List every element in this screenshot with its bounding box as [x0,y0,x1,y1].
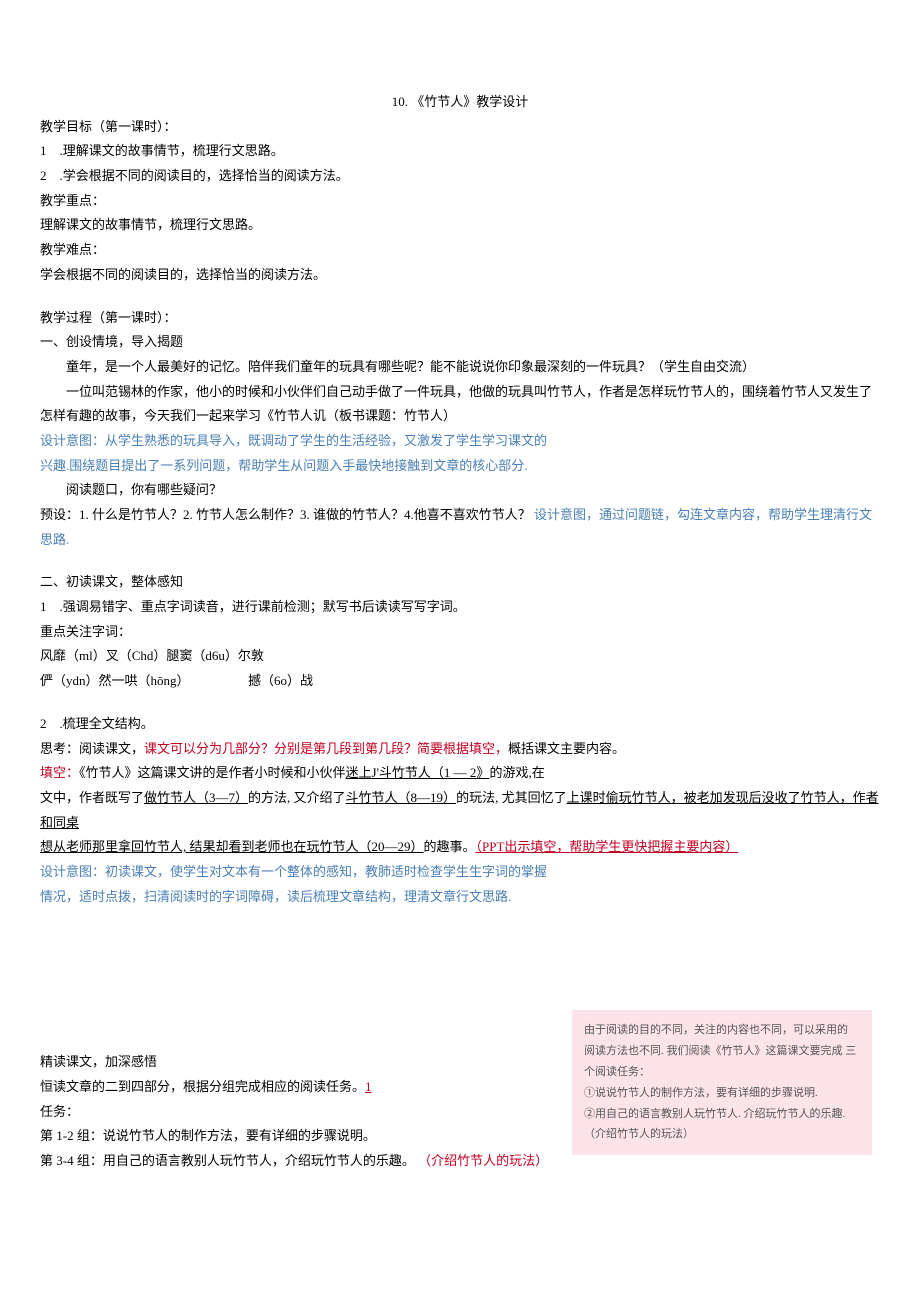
text: 第 3-4 组：用自己的语言教别人玩竹节人，介绍玩竹节人的乐趣。 [40,1153,415,1168]
goal-2: 2 .学会根据不同的阅读目的，选择恰当的阅读方法。 [40,164,880,189]
goal-1: 1 .理解课文的故事情节，梳理行文思路。 [40,139,880,164]
diff-text: 学会根据不同的阅读目的，选择恰当的阅读方法。 [40,263,880,288]
text: 《竹节人》这篇课文讲的是作者小时候和小伙伴 [79,765,346,780]
key-header: 教学重点： [40,189,880,214]
body-text: 童年，是一个人最美好的记忆。陪伴我们童年的玩具有哪些呢？能不能说说你印象最深刻的… [40,355,880,380]
text: 概括课文主要内容。 [508,741,625,756]
emphasis: 填空： [40,765,79,780]
body-text: 阅读题口，你有哪些疑问？ [40,478,880,503]
design-intent: 情况，适时点拨，扫清阅读时的字词障碍，读后梳理文章结构，理清文章行文思路. [40,885,880,910]
body-text: 重点关注字词： [40,620,880,645]
sticky-line: ①说说竹节人的制作方法，要有详细的步骤说明. [584,1083,860,1104]
text: 文中，作者既写了 [40,790,144,805]
body-text: 填空：《竹节人》这篇课文讲的是作者小时候和小伙伴迷上J'斗竹节人（1 — 2》的… [40,761,880,786]
body-text: 想从老师那里拿回竹节人, 结果却看到老师也在玩竹节人（20—29）的趣事。（PP… [40,835,880,860]
emphasis: 课文可以分为几部分？分别是第几段到第几段？简要根据填空， [144,741,508,756]
sticky-line: ②用自己的语言教别人玩竹节人. 介绍玩竹节人的乐趣. [584,1104,860,1125]
goals-header: 教学目标（第一课时）： [40,115,880,140]
section-1-header: 一、创设情境，导入揭题 [40,330,880,355]
text: 的方法, 又介绍了 [248,790,346,805]
emphasis: 1 [365,1079,372,1094]
sticky-line: 由于阅读的目的不同，关注的内容也不同，可以采用的 阅读方法也不同. 我们阅读《竹… [584,1020,860,1083]
text: 恒读文章的二到四部分，根据分组完成相应的阅读任务。 [40,1079,365,1094]
body-text: 思考：阅读课文，课文可以分为几部分？分别是第几段到第几段？简要根据填空，概括课文… [40,737,880,762]
text: 思考：阅读课文， [40,741,144,756]
body-text: 一位叫范锡林的作家，他小的时候和小伙伴们自己动手做了一件玩具，他做的玩具叫竹节人… [40,380,880,429]
blank-fill: 做竹节人（3—7） [144,790,248,805]
text: 的趣事。 [424,839,476,854]
blank-fill: 迷上J'斗竹节人（1 — 2》 [346,765,490,780]
text: 预设：1. 什么是竹节人？2. 竹节人怎么制作？3. 谁做的竹节人？4.他喜不喜… [40,507,531,522]
body-text: 2 .梳理全文结构。 [40,712,880,737]
page-title: 10. 《竹节人》教学设计 [40,90,880,115]
text: 的游戏,在 [489,765,544,780]
diff-header: 教学难点： [40,238,880,263]
process-header: 教学过程（第一课时）： [40,306,880,331]
vocabulary: 俨（ydn）然一哄（hōng） 撼（6o）战 [40,669,880,694]
body-text: 文中，作者既写了做竹节人（3—7）的方法, 又介绍了斗竹节人（8—19）的玩法,… [40,786,880,835]
design-intent: 兴趣.围绕题目提出了一系列问题，帮助学生从问题入手最快地接触到文章的核心部分. [40,454,880,479]
blank-fill: 想从老师那里拿回竹节人, 结果却看到老师也在玩竹节人（20—29） [40,839,424,854]
body-text: 1 .强调易错字、重点字词读音，进行课前检测；默写书后读读写写字词。 [40,595,880,620]
key-text: 理解课文的故事情节，梳理行文思路。 [40,213,880,238]
design-intent: 设计意图：从学生熟悉的玩具导入，既调动了学生的生活经验，又激发了学生学习课文的 [40,429,880,454]
emphasis: （PPT出示填空，帮助学生更快把握主要内容） [476,839,739,854]
vocabulary: 风靡（ml）叉（Chd）腿窦（d6u）尔敦 [40,644,880,669]
sticky-note: 由于阅读的目的不同，关注的内容也不同，可以采用的 阅读方法也不同. 我们阅读《竹… [572,1010,872,1155]
blank-fill: 斗竹节人（8—19） [346,790,457,805]
design-intent: 设计意图：初读课文，使学生对文本有一个整体的感知，教肺适时检查学生生字词的掌握 [40,860,880,885]
emphasis: （介绍竹节人的玩法） [418,1153,548,1168]
section-2-header: 二、初读课文，整体感知 [40,570,880,595]
body-text: 预设：1. 什么是竹节人？2. 竹节人怎么制作？3. 谁做的竹节人？4.他喜不喜… [40,503,880,552]
text: 的玩法, 尤其回忆了 [456,790,567,805]
sticky-line: （介绍竹节人的玩法） [584,1124,860,1145]
